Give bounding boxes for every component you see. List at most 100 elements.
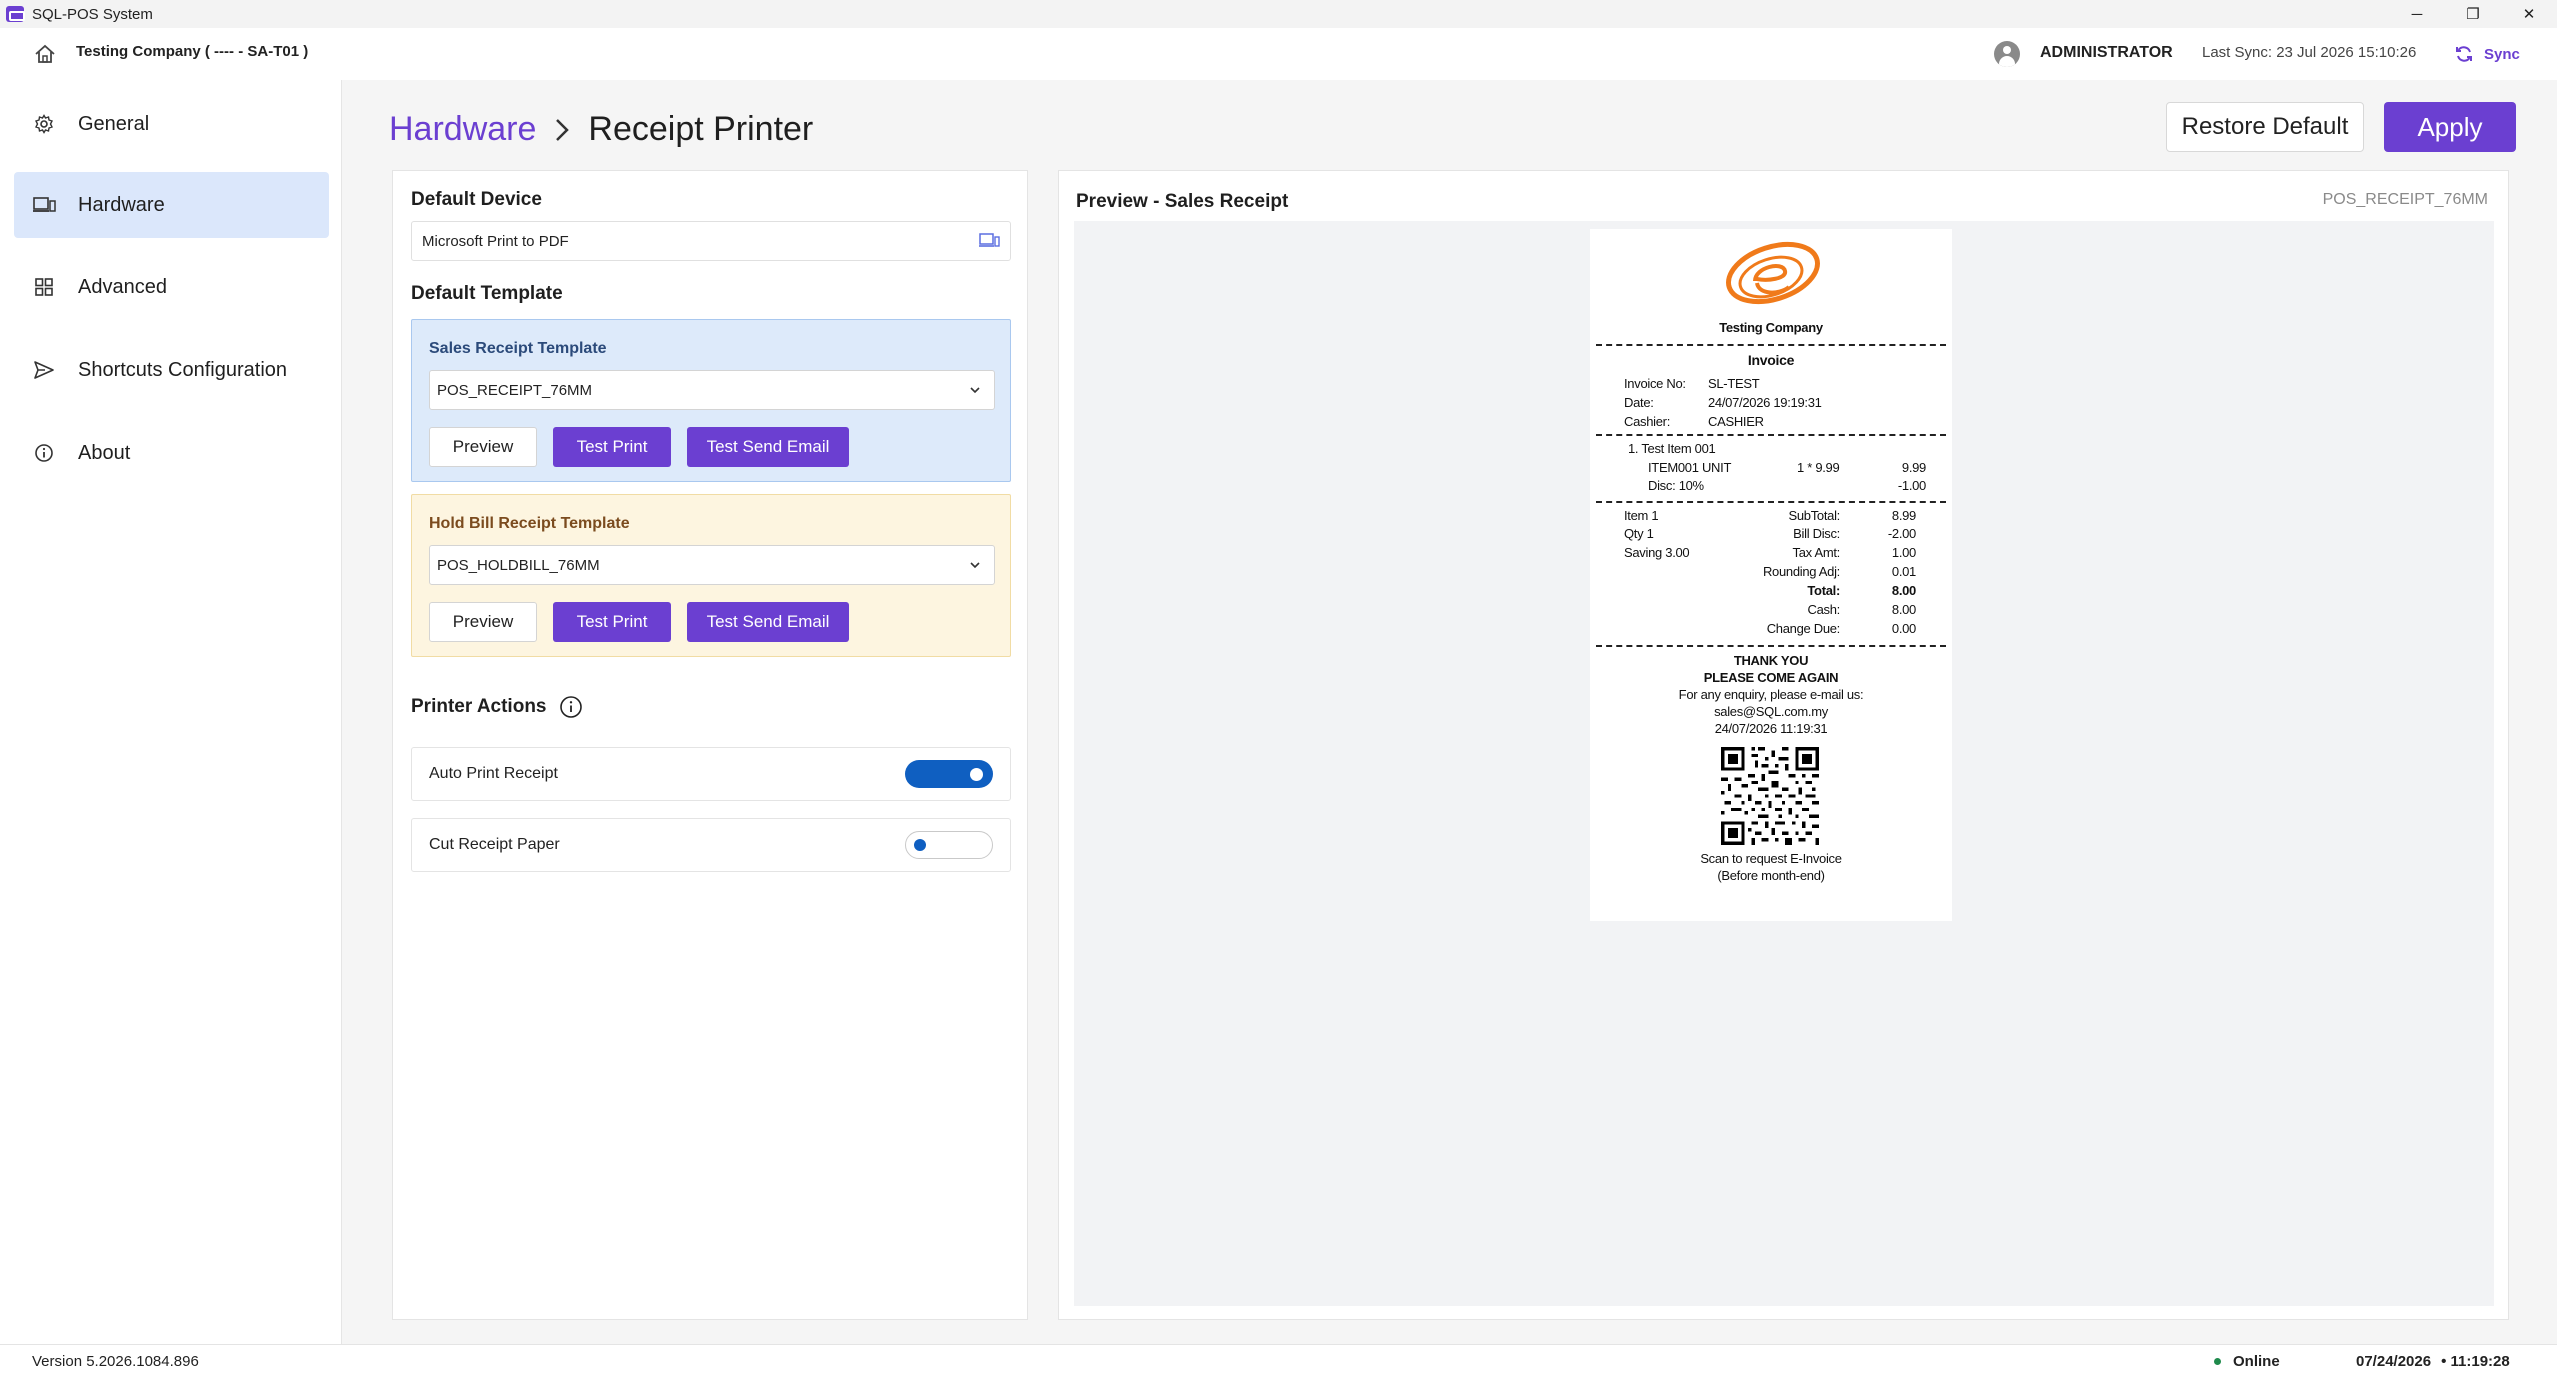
settings-panel: Default Device Microsoft Print to PDF De… xyxy=(392,170,1028,1320)
cut-paper-label: Cut Receipt Paper xyxy=(429,836,560,853)
default-template-title: Default Template xyxy=(411,283,563,304)
receipt-date-label: Date: xyxy=(1624,395,1654,410)
receipt-timestamp: 24/07/2026 11:19:31 xyxy=(1714,721,1828,736)
chevron-down-icon xyxy=(970,562,980,569)
hold-bill-template-card: Hold Bill Receipt Template POS_HOLDBILL_… xyxy=(411,494,1011,657)
sidebar-item-hardware[interactable]: Hardware xyxy=(14,172,329,238)
apply-button[interactable]: Apply xyxy=(2384,102,2516,152)
receipt-item-qty-price: 1 * 9.99 xyxy=(1797,460,1840,475)
receipt-taxamt: 1.00 xyxy=(1891,545,1916,560)
preview-title: Preview - Sales Receipt xyxy=(1076,191,1289,212)
status-bar: Version 5.2026.1084.896 Online 07/24/202… xyxy=(0,1344,2557,1377)
sync-button[interactable]: Sync xyxy=(2454,40,2520,68)
receipt-summary-qty: Qty 1 xyxy=(1624,526,1654,541)
receipt-enquiry: For any enquiry, please e-mail us: xyxy=(1678,687,1864,702)
grid-icon xyxy=(30,273,58,301)
online-status-label: Online xyxy=(2233,1353,2280,1370)
sidebar-item-advanced[interactable]: Advanced xyxy=(14,254,329,320)
receipt-item-amount: 9.99 xyxy=(1901,460,1926,475)
window-title: SQL-POS System xyxy=(32,5,153,23)
hold-test-email-button[interactable]: Test Send Email xyxy=(687,602,849,642)
status-date: 07/24/2026 xyxy=(2356,1353,2432,1370)
receipt-cash-label: Cash: xyxy=(1807,602,1841,617)
receipt-change: 0.00 xyxy=(1891,621,1916,636)
receipt-subtotal-label: SubTotal: xyxy=(1788,508,1840,523)
receipt-date: 24/07/2026 19:19:31 xyxy=(1708,395,1822,410)
receipt-item-disc-label: Disc: 10% xyxy=(1648,478,1704,493)
sidebar-item-label: Hardware xyxy=(78,193,165,216)
sales-template-value: POS_RECEIPT_76MM xyxy=(437,381,593,399)
sales-receipt-template-card: Sales Receipt Template POS_RECEIPT_76MM … xyxy=(411,319,1011,482)
restore-default-button[interactable]: Restore Default xyxy=(2166,102,2364,152)
home-icon[interactable] xyxy=(34,44,56,64)
sync-label: Sync xyxy=(2484,45,2520,63)
receipt-invoice-no-label: Invoice No: xyxy=(1624,376,1686,391)
window-controls: ─ ❐ ✕ xyxy=(2389,0,2557,28)
close-button[interactable]: ✕ xyxy=(2501,0,2557,28)
sidebar: General Hardware Advanced Shortcuts Conf… xyxy=(0,80,340,1340)
main-content: Hardware Receipt Printer Restore Default… xyxy=(341,80,2557,1344)
receipt-subtotal: 8.99 xyxy=(1891,508,1916,523)
sidebar-item-about[interactable]: About xyxy=(14,420,329,486)
receipt-come-again: PLEASE COME AGAIN xyxy=(1703,670,1839,685)
hold-preview-button[interactable]: Preview xyxy=(429,602,537,642)
online-status-dot xyxy=(2214,1358,2221,1365)
sidebar-item-shortcuts[interactable]: Shortcuts Configuration xyxy=(14,337,329,403)
receipt-cash: 8.00 xyxy=(1891,602,1916,617)
receipt-email: sales@SQL.com.my xyxy=(1714,704,1828,719)
user-name[interactable]: ADMINISTRATOR xyxy=(2040,44,2173,62)
receipt-item-code: ITEM001 UNIT xyxy=(1648,460,1732,475)
receipt-item-line: 1. Test Item 001 xyxy=(1628,441,1716,456)
receipt-doc-title: Invoice xyxy=(1747,352,1795,368)
hold-test-print-button[interactable]: Test Print xyxy=(553,602,671,642)
connection-status: Online xyxy=(2214,1353,2280,1370)
preview-template-tag: POS_RECEIPT_76MM xyxy=(2322,191,2488,208)
default-device-title: Default Device xyxy=(411,189,542,210)
sales-template-select[interactable]: POS_RECEIPT_76MM xyxy=(429,370,995,410)
header-bar: Testing Company ( ---- - SA-T01 ) ADMINI… xyxy=(0,28,2557,80)
breadcrumb-parent-link[interactable]: Hardware xyxy=(389,110,536,149)
receipt-company: Testing Company xyxy=(1719,320,1823,335)
receipt-rounding: 0.01 xyxy=(1891,564,1916,579)
default-device-field[interactable]: Microsoft Print to PDF xyxy=(411,221,1011,261)
window-title-bar: SQL-POS System ─ ❐ ✕ xyxy=(0,0,2557,28)
page-title: Receipt Printer xyxy=(588,110,814,148)
chevron-down-icon xyxy=(970,387,980,394)
receipt-cashier: CASHIER xyxy=(1708,414,1764,429)
sidebar-item-general[interactable]: General xyxy=(14,91,329,157)
restore-button[interactable]: ❐ xyxy=(2445,0,2501,28)
chevron-right-icon xyxy=(556,118,570,141)
info-icon[interactable] xyxy=(559,695,583,719)
hold-template-label: Hold Bill Receipt Template xyxy=(429,515,630,532)
auto-print-toggle[interactable] xyxy=(905,760,993,788)
send-icon xyxy=(30,356,58,384)
sidebar-item-label: Advanced xyxy=(78,275,167,298)
preview-area: Testing Company Invoice Invoice No: SL-T… xyxy=(1074,221,2494,1306)
receipt-rounding-label: Rounding Adj: xyxy=(1762,564,1840,579)
default-device-value: Microsoft Print to PDF xyxy=(422,232,569,250)
sales-preview-button[interactable]: Preview xyxy=(429,427,537,467)
receipt-total-label: Total: xyxy=(1807,583,1840,598)
sidebar-item-label: General xyxy=(78,112,150,135)
sales-test-email-button[interactable]: Test Send Email xyxy=(687,427,849,467)
sidebar-item-label: Shortcuts Configuration xyxy=(78,358,288,381)
receipt-invoice-no: SL-TEST xyxy=(1708,376,1760,391)
status-datetime: 07/24/2026 • 11:19:28 xyxy=(2356,1353,2510,1370)
cut-paper-toggle[interactable] xyxy=(905,831,993,859)
minimize-button[interactable]: ─ xyxy=(2389,0,2445,28)
gear-icon xyxy=(30,110,58,138)
device-icon xyxy=(30,191,58,219)
receipt-divider xyxy=(1596,645,1946,647)
receipt-billdisc: -2.00 xyxy=(1887,526,1916,541)
hold-template-select[interactable]: POS_HOLDBILL_76MM xyxy=(429,545,995,585)
hold-template-value: POS_HOLDBILL_76MM xyxy=(437,556,600,574)
receipt-divider xyxy=(1596,344,1946,346)
status-time: • 11:19:28 xyxy=(2441,1353,2510,1370)
receipt-thank-you: THANK YOU xyxy=(1733,653,1809,668)
device-picker-icon[interactable] xyxy=(978,232,1000,250)
sales-test-print-button[interactable]: Test Print xyxy=(553,427,671,467)
auto-print-label: Auto Print Receipt xyxy=(429,765,558,782)
receipt-preview: Testing Company Invoice Invoice No: SL-T… xyxy=(1590,229,1952,921)
avatar[interactable] xyxy=(1994,41,2020,67)
receipt-total: 8.00 xyxy=(1891,583,1916,598)
